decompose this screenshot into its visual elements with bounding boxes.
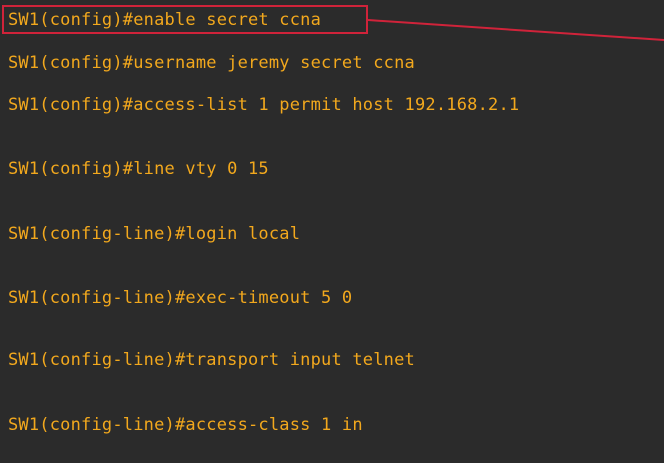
terminal-line-access-list: SW1(config)#access-list 1 permit host 19…	[8, 95, 520, 115]
terminal-window: SW1(config)#enable secret ccna SW1(confi…	[0, 0, 664, 463]
callout-line	[367, 19, 664, 41]
terminal-line-login-local: SW1(config-line)#login local	[8, 224, 301, 244]
terminal-line-username: SW1(config)#username jeremy secret ccna	[8, 53, 415, 73]
terminal-line-line-vty: SW1(config)#line vty 0 15	[8, 159, 269, 179]
terminal-line-access-class: SW1(config-line)#access-class 1 in	[8, 415, 363, 435]
terminal-line-transport-input: SW1(config-line)#transport input telnet	[8, 350, 415, 370]
highlight-box	[2, 5, 368, 34]
terminal-line-exec-timeout: SW1(config-line)#exec-timeout 5 0	[8, 288, 353, 308]
